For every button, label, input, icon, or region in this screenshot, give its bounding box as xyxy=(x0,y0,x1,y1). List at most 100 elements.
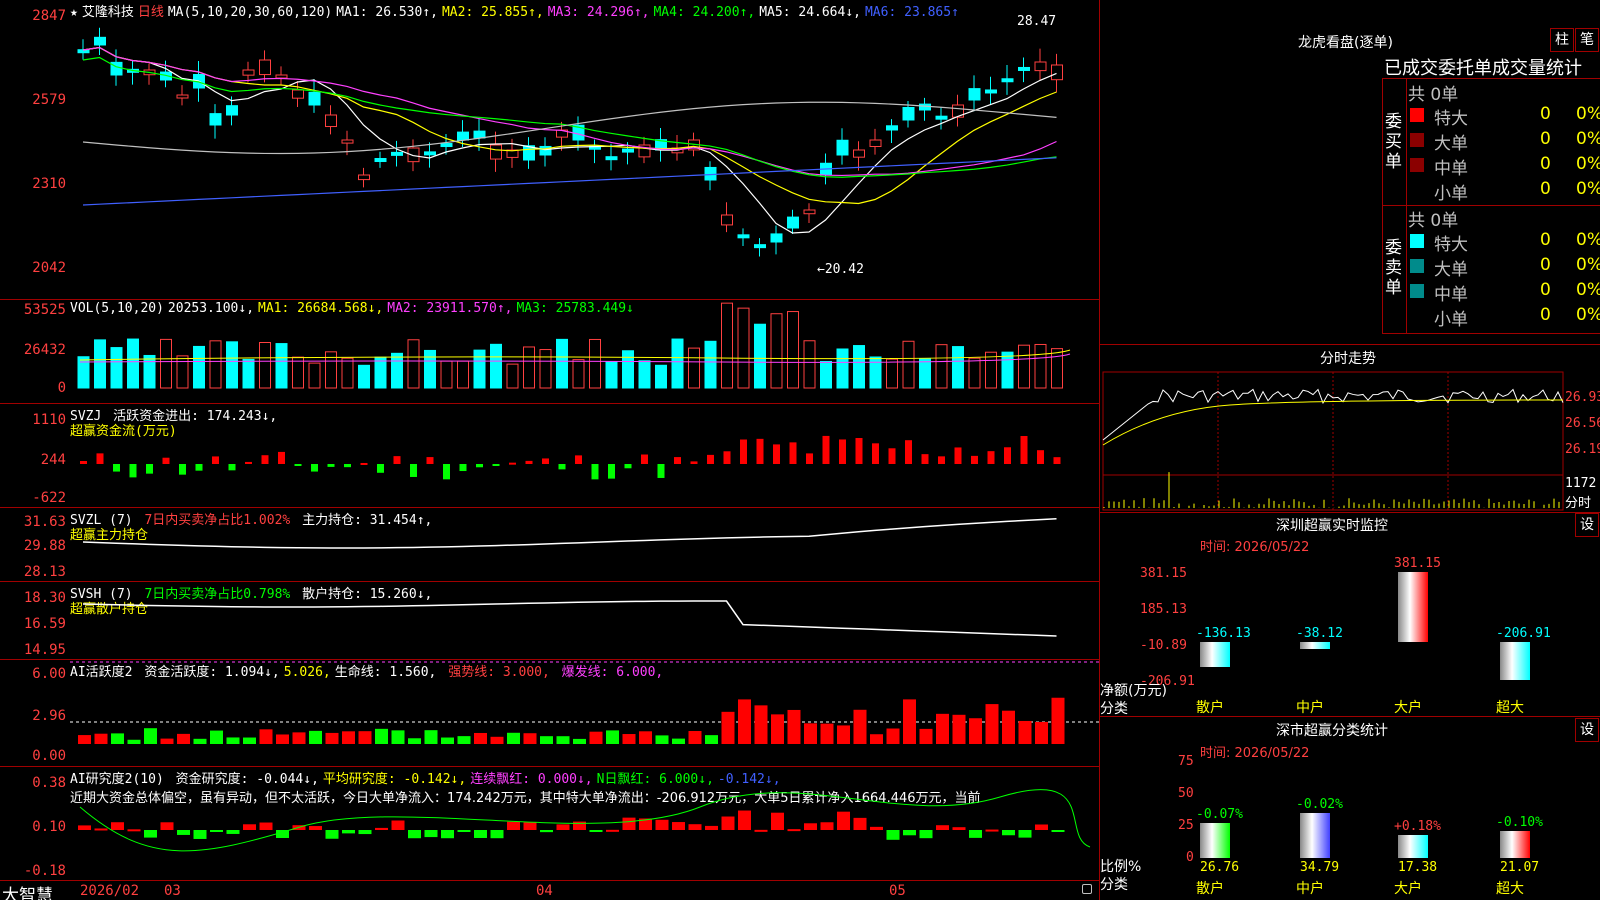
flow-bar-negative xyxy=(492,464,500,466)
activity-bar xyxy=(886,728,900,744)
research-bar-positive xyxy=(754,829,768,832)
activity-bar xyxy=(309,730,322,744)
candle-body xyxy=(704,166,717,181)
flow-bar-positive xyxy=(80,461,87,464)
volume-bar xyxy=(424,349,436,389)
activity-bar xyxy=(424,730,438,744)
svzj-panel[interactable]: 1110 244 -622 SVZJ 活跃资金进出: 174.243↓, 超赢资… xyxy=(0,404,1100,508)
volume-panel[interactable]: 53525 26432 0 VOL(5,10,20) 20253.100↓, MA1… xyxy=(0,300,1100,404)
sell-side-label: 委卖单 xyxy=(1385,238,1402,298)
bar-view-button[interactable]: 柱 xyxy=(1550,28,1574,52)
flow-bar-negative xyxy=(179,464,186,475)
flow-bar-negative xyxy=(129,464,137,478)
activity-bar xyxy=(78,735,91,744)
svsh-panel[interactable]: 18.30 16.59 14.95 SVSH (7) 7日内买卖净占比0.798… xyxy=(0,582,1100,660)
volume-bar xyxy=(737,307,750,389)
monitor-axis-2: 185.13 xyxy=(1140,602,1187,617)
stats-time: 时间: 2026/05/22 xyxy=(1200,746,1310,761)
monitor-bar xyxy=(1200,642,1230,667)
activity-bar xyxy=(259,729,273,744)
date-label-3: 05 xyxy=(889,883,906,899)
dragon-heading: 已成交委托单成交量统计 xyxy=(1384,58,1582,79)
flow-bar-positive xyxy=(888,448,896,464)
candle-body xyxy=(1034,61,1047,72)
stats-axis-4: 0 xyxy=(1186,850,1194,865)
candlestick-chart[interactable] xyxy=(0,0,1100,300)
activity-bar xyxy=(210,730,223,744)
candle-body xyxy=(424,151,436,156)
activity-bar xyxy=(226,737,240,744)
volume-bar xyxy=(193,345,205,389)
volume-bar xyxy=(704,340,717,389)
buy-row-pct-1: 0% xyxy=(1576,129,1600,149)
price-panel[interactable]: 2847 2579 2310 2042 ★ 艾隆科技 日线 MA(5,10,20,30… xyxy=(0,0,1100,300)
svzl-panel[interactable]: 31.63 29.88 28.13 SVZL (7) 7日内买卖净占比1.002… xyxy=(0,508,1100,582)
sell-row-pct-3: 0% xyxy=(1576,305,1600,325)
flow-bar-positive xyxy=(96,453,104,464)
activity-bar xyxy=(919,728,933,744)
candle-body xyxy=(803,209,816,215)
research-bar-positive xyxy=(771,812,784,830)
monitor-settings-button[interactable]: 设 xyxy=(1575,513,1599,537)
research-bar-positive xyxy=(243,824,256,830)
volume-bar xyxy=(952,346,964,389)
candle-body xyxy=(490,144,502,160)
research-bar-positive xyxy=(309,826,322,830)
flow-bar-positive xyxy=(393,456,401,464)
tick-view-button[interactable]: 笔 xyxy=(1575,28,1599,52)
stats-bar xyxy=(1300,812,1330,858)
volume-bar xyxy=(358,364,370,389)
flow-bar-positive xyxy=(822,435,830,464)
candle-body xyxy=(1001,78,1014,83)
research-bar-negative xyxy=(903,830,916,836)
brand-label: 大智慧 xyxy=(2,886,53,900)
volume-bar xyxy=(1001,351,1014,389)
buy-color-swatch-3 xyxy=(1410,183,1424,197)
sell-row-label-3: 小单 xyxy=(1434,310,1468,330)
volume-bar xyxy=(1034,343,1047,389)
volume-bar xyxy=(605,361,618,389)
sell-row-count-2: 0 xyxy=(1540,280,1551,300)
research-bar-positive xyxy=(556,824,570,830)
activity-bar xyxy=(490,736,504,744)
volume-bar xyxy=(902,340,915,389)
buy-row-count-1: 0 xyxy=(1540,129,1551,149)
volume-bar xyxy=(209,340,222,389)
flow-bar-positive xyxy=(773,444,780,464)
retail-holdings-line xyxy=(82,600,1057,637)
ma6-line xyxy=(82,157,1057,206)
candle-body xyxy=(374,158,387,163)
ai-activity-panel[interactable]: 6.00 2.96 0.00 AI活跃度2 资金活跃度: 1.094↓, 5.02… xyxy=(0,660,1100,767)
flow-bar-positive xyxy=(954,447,962,464)
activity-bar xyxy=(721,711,735,744)
ai-research-panel[interactable]: 0.38 0.10 -0.18 AI研究度2(10) 资金研究度: -0.044… xyxy=(0,767,1100,880)
research-bar-negative xyxy=(226,830,240,834)
candle-body xyxy=(985,89,997,94)
buy-row-label-2: 中单 xyxy=(1434,159,1468,179)
flow-bar-positive xyxy=(1020,435,1028,464)
research-bar-positive xyxy=(622,817,636,830)
volume-bar xyxy=(523,346,535,389)
activity-bar xyxy=(936,713,949,744)
research-bar-positive xyxy=(1035,824,1048,830)
stats-settings-button[interactable]: 设 xyxy=(1575,718,1599,742)
activity-bar xyxy=(903,699,916,744)
monitor-bar-value: -206.91 xyxy=(1496,626,1551,641)
flow-bar-negative xyxy=(377,464,384,473)
activity-bar xyxy=(837,725,850,744)
monitor-bar-value: 381.15 xyxy=(1394,556,1441,571)
activity-bar xyxy=(688,731,702,744)
sell-row-count-1: 0 xyxy=(1540,255,1551,275)
intraday-axis-3: 26.19 xyxy=(1565,442,1600,457)
research-bar-positive xyxy=(391,820,405,830)
activity-bar xyxy=(243,737,256,744)
stats-category-label: 超大 xyxy=(1496,881,1524,897)
dragon-line1 xyxy=(1382,78,1600,79)
lock-icon[interactable] xyxy=(1082,884,1092,894)
flow-bar-positive xyxy=(740,439,747,464)
flow-bar-positive xyxy=(756,438,764,464)
activity-bar xyxy=(160,738,174,744)
research-bar-negative xyxy=(325,830,339,839)
candle-body xyxy=(853,149,865,158)
stats-category-label: 散户 xyxy=(1196,881,1224,897)
